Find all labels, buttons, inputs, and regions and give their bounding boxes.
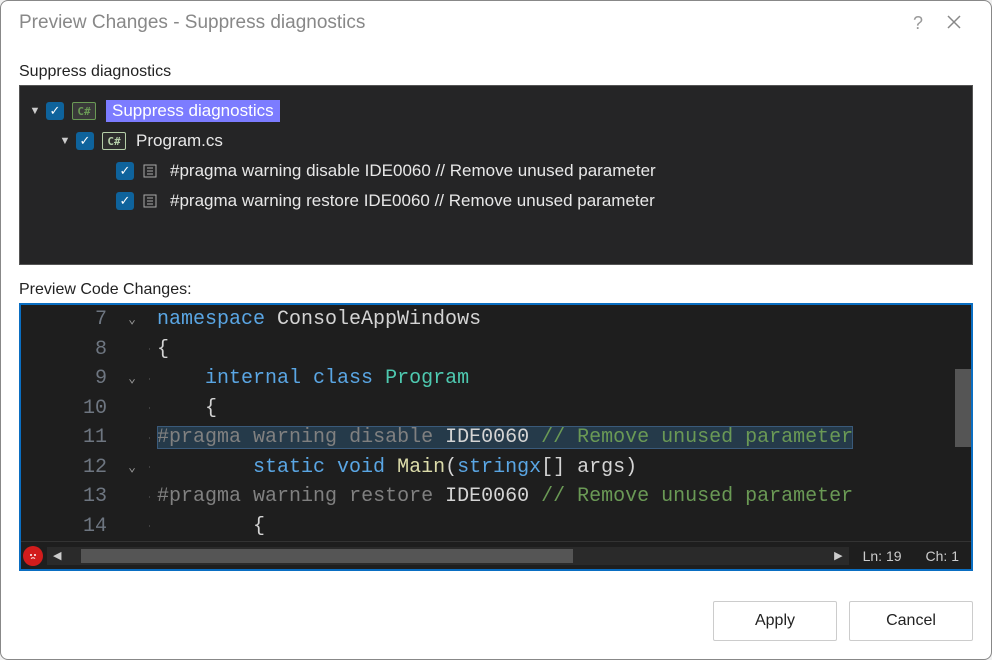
chevron-down-icon[interactable]: ▼ (28, 104, 42, 118)
line-number: 9 (21, 367, 121, 390)
chevron-down-icon[interactable]: ⌄ (121, 312, 143, 327)
code-status-bar: ◀ ▶ Ln: 19 Ch: 1 (21, 541, 971, 569)
line-number: 7 (21, 308, 121, 331)
code-line: 9 ⌄ internal class Program (21, 364, 971, 394)
code-line: 10 { (21, 394, 971, 424)
horizontal-scrollbar[interactable]: ◀ ▶ (47, 547, 849, 565)
tree-section-label: Suppress diagnostics (19, 63, 973, 81)
line-number: 10 (21, 397, 121, 420)
line-number: 14 (21, 515, 121, 538)
tree-change-label: #pragma warning disable IDE0060 // Remov… (170, 161, 656, 181)
help-icon[interactable]: ? (901, 7, 935, 40)
code-line: 13 #pragma warning restore IDE0060 // Re… (21, 482, 971, 512)
cancel-button[interactable]: Cancel (849, 601, 973, 641)
checkbox-root[interactable]: ✓ (46, 102, 64, 120)
chevron-down-icon[interactable]: ⌄ (121, 460, 143, 475)
vertical-scrollbar-thumb[interactable] (955, 369, 971, 447)
line-number: 11 (21, 426, 121, 449)
line-number: 13 (21, 485, 121, 508)
code-line: 7 ⌄ namespace ConsoleAppWindows (21, 305, 971, 335)
code-preview[interactable]: 7 ⌄ namespace ConsoleAppWindows 8 { 9 ⌄ … (19, 303, 973, 571)
tree-file-label: Program.cs (136, 131, 223, 151)
status-column-number: Ch: 1 (914, 548, 971, 564)
pragma-icon (142, 192, 162, 210)
preview-changes-dialog: Preview Changes - Suppress diagnostics ?… (0, 0, 992, 660)
tree-root-label: Suppress diagnostics (106, 100, 280, 122)
apply-button[interactable]: Apply (713, 601, 837, 641)
chevron-down-icon[interactable]: ⌄ (121, 371, 143, 386)
preview-section-label: Preview Code Changes: (19, 281, 973, 299)
horizontal-scrollbar-thumb[interactable] (81, 549, 573, 563)
checkbox-change-1[interactable]: ✓ (116, 162, 134, 180)
code-line-highlighted: 11 #pragma warning disable IDE0060 // Re… (21, 423, 971, 453)
scroll-left-icon[interactable]: ◀ (47, 549, 67, 562)
checkbox-file[interactable]: ✓ (76, 132, 94, 150)
chevron-down-icon[interactable]: ▼ (58, 134, 72, 148)
csharp-file-icon: C# (102, 132, 126, 150)
tree-root-row[interactable]: ▼ ✓ C# Suppress diagnostics (28, 96, 964, 126)
code-line: 8 { (21, 335, 971, 365)
dialog-title: Preview Changes - Suppress diagnostics (19, 12, 901, 34)
tree-change-label: #pragma warning restore IDE0060 // Remov… (170, 191, 655, 211)
changes-tree[interactable]: ▼ ✓ C# Suppress diagnostics ▼ ✓ C# Progr… (19, 85, 973, 265)
status-line-number: Ln: 19 (851, 548, 914, 564)
csharp-icon: C# (72, 102, 96, 120)
close-icon[interactable] (935, 7, 973, 40)
titlebar: Preview Changes - Suppress diagnostics ? (1, 1, 991, 45)
tree-change-row[interactable]: ✓ #pragma warning disable IDE0060 // Rem… (28, 156, 964, 186)
code-line: 14 { (21, 512, 971, 542)
error-icon[interactable] (23, 546, 43, 566)
pragma-icon (142, 162, 162, 180)
scroll-right-icon[interactable]: ▶ (828, 549, 848, 562)
code-line: 12 ⌄ static void Main(stringx[] args) (21, 453, 971, 483)
tree-change-row[interactable]: ✓ #pragma warning restore IDE0060 // Rem… (28, 186, 964, 216)
checkbox-change-2[interactable]: ✓ (116, 192, 134, 210)
line-number: 8 (21, 338, 121, 361)
line-number: 12 (21, 456, 121, 479)
tree-file-row[interactable]: ▼ ✓ C# Program.cs (28, 126, 964, 156)
dialog-buttons: Apply Cancel (1, 585, 991, 659)
